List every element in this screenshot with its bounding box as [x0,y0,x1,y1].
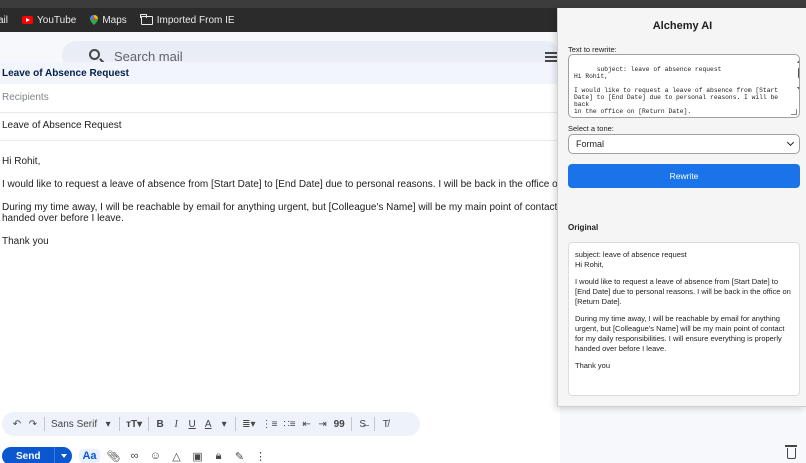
body-greeting: Hi Rohit, [2,156,41,167]
indent-less-icon[interactable]: ⇤ [302,417,312,431]
scroll-down-icon[interactable] [797,87,799,91]
attach-icon[interactable]: 📎︎ [107,449,121,463]
divider [350,417,352,431]
more-options-icon[interactable]: ⋮ [254,449,268,463]
redo-icon[interactable]: ↷ [28,417,38,431]
undo-icon[interactable]: ↶ [12,417,22,431]
compose-header[interactable]: Leave of Absence Request [0,62,560,84]
text-to-rewrite-input[interactable]: subject: leave of absence request Hi Roh… [568,54,800,118]
original-paragraph: I would like to request a leave of absen… [575,277,791,306]
strikethrough-icon[interactable]: S̶ [358,417,368,431]
divider [119,417,121,431]
tone-label: Select a tone: [568,124,614,133]
remove-formatting-icon[interactable]: T̸ [381,417,391,431]
text-to-rewrite-value: subject: leave of absence request Hi Roh… [574,66,779,115]
formatting-toolbar: ↶ ↷ Sans Serif ▾ тT▾ B I U A ▾ ≣▾ ⋮≡ ∷≡ … [2,412,420,436]
divider [0,140,560,141]
message-body[interactable]: Hi Rohit, I would like to request a leav… [2,156,605,259]
send-button[interactable]: Send [2,447,55,463]
compose-actions: Send Aa 📎︎ ∞ ☺ △ ▣ 🔒︎ ✎ ⋮ [2,446,558,463]
font-select[interactable]: Sans Serif [51,417,97,431]
link-icon[interactable]: ∞ [128,449,142,463]
quote-button[interactable]: 99 [334,417,345,431]
panel-title: Alchemy AI [652,20,713,32]
chevron-down-icon [786,138,795,147]
folder-icon [140,13,153,25]
divider [373,417,375,431]
original-paragraph: During my time away, I will be reachable… [575,314,785,353]
scroll-up-icon[interactable] [797,59,799,63]
formatting-options-button[interactable]: Aa [79,449,100,463]
lock-icon[interactable]: 🔒︎ [212,449,226,463]
text-color-button[interactable]: A [203,417,213,431]
bulleted-list-icon[interactable]: ∷≡ [283,417,295,431]
bookmark-label: Maps [102,14,127,26]
bookmark-label: YouTube [37,14,77,26]
bookmark-gmail[interactable]: ail [0,15,8,26]
search-options-icon[interactable] [545,51,557,62]
browser-tab-strip [0,0,806,8]
compose-title: Leave of Absence Request [2,67,129,79]
emoji-icon[interactable]: ☺ [149,449,163,463]
original-line: subject: leave of absence request [575,250,687,259]
body-paragraph: During my time away, I will be reachable… [2,202,604,213]
bookmark-youtube[interactable]: YouTube [22,15,76,26]
tone-select[interactable]: Formal [568,134,800,154]
textarea-scrollbar[interactable] [797,59,799,103]
send-options-button[interactable] [54,447,73,463]
divider [235,417,237,431]
underline-button[interactable]: U [187,417,197,431]
body-paragraph: handed over before I leave. [2,213,124,224]
divider [44,417,45,431]
divider [0,112,560,113]
text-to-rewrite-label: Text to rewrite: [568,45,617,54]
subject-field[interactable]: Leave of Absence Request [2,120,122,131]
recipients-field[interactable]: Recipients [2,92,49,103]
indent-more-icon[interactable]: ⇥ [318,417,328,431]
screen: ail YouTube Maps Imported From IE Search… [0,0,806,463]
resize-handle[interactable] [791,109,797,115]
original-heading: Original [568,223,599,232]
send-group: Send [2,447,73,463]
bookmark-label: ail [0,14,9,26]
bookmark-folder-imported[interactable]: Imported From IE [140,13,235,26]
bold-button[interactable]: B [155,417,165,431]
align-icon[interactable]: ≣▾ [242,417,255,431]
drive-icon[interactable]: △ [170,449,184,463]
compose-window: Leave of Absence Request Recipients Leav… [0,62,605,463]
original-text-box: subject: leave of absence request Hi Roh… [568,242,800,396]
scroll-thumb[interactable] [797,67,799,79]
rewrite-button[interactable]: Rewrite [568,164,800,188]
font-size-icon[interactable]: тT▾ [126,417,142,431]
alchemy-ai-panel: Alchemy AI Text to rewrite: subject: lea… [557,8,806,407]
tone-value: Formal [576,139,605,149]
maps-pin-icon [90,15,99,25]
search-icon[interactable] [89,49,100,60]
signature-icon[interactable]: ✎ [233,449,247,463]
chevron-down-icon[interactable]: ▾ [103,417,113,431]
italic-button[interactable]: I [171,417,181,431]
youtube-icon [22,16,34,24]
numbered-list-icon[interactable]: ⋮≡ [262,417,278,431]
photo-icon[interactable]: ▣ [191,449,205,463]
bookmark-label: Imported From IE [156,14,235,26]
bookmark-maps[interactable]: Maps [90,14,127,26]
body-paragraph: I would like to request a leave of absen… [2,179,605,190]
original-line: Hi Rohit, [575,260,604,269]
body-closing: Thank you [2,236,49,247]
chevron-down-icon[interactable]: ▾ [219,417,229,431]
divider [148,417,150,431]
discard-draft-icon[interactable] [785,445,797,459]
original-closing: Thank you [575,361,611,370]
